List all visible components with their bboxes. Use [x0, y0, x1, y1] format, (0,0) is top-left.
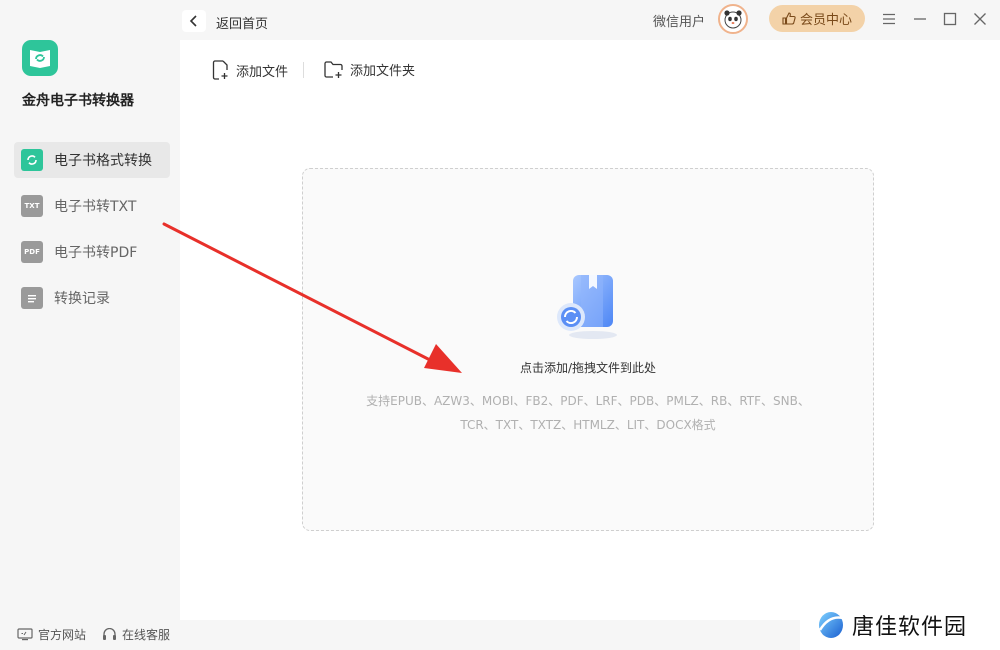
watermark: 唐佳软件园 — [800, 600, 1000, 650]
vip-center-button[interactable]: 会员中心 — [769, 5, 865, 32]
ebook-convert-icon — [557, 275, 617, 339]
drop-zone-title: 点击添加/拖拽文件到此处 — [519, 361, 657, 375]
main-panel: 添加文件 添加文件夹 点击添加/拖拽文件到此处 支持EPUB、AZW3、MOBI… — [180, 40, 1000, 620]
sidebar: 金舟电子书转换器 电子书格式转换 TXT 电子书转TXT PDF 电子书转PDF — [0, 0, 180, 650]
close-icon[interactable] — [971, 10, 989, 28]
avatar[interactable] — [718, 4, 748, 34]
monitor-icon — [17, 628, 33, 641]
official-website-link[interactable]: 官方网站 — [17, 626, 86, 643]
add-folder-button[interactable]: 添加文件夹 — [324, 60, 415, 79]
add-file-button[interactable]: 添加文件 — [212, 60, 288, 80]
refresh-book-icon — [21, 149, 43, 171]
sidebar-item-label: 电子书格式转换 — [54, 153, 152, 169]
record-list-icon — [21, 287, 43, 309]
supported-formats: 支持EPUB、AZW3、MOBI、FB2、PDF、LRF、PDB、PMLZ、RB… — [343, 389, 833, 437]
app-name: 金舟电子书转换器 — [22, 93, 134, 109]
sidebar-item-history[interactable]: 转换记录 — [14, 280, 170, 316]
watermark-logo-icon — [818, 612, 844, 638]
sidebar-item-to-txt[interactable]: TXT 电子书转TXT — [14, 188, 170, 224]
user-name[interactable]: 微信用户 — [653, 11, 705, 30]
add-folder-label: 添加文件夹 — [350, 64, 416, 79]
minimize-icon[interactable] — [911, 10, 929, 28]
txt-file-icon: TXT — [21, 195, 43, 217]
title-bar: 返回首页 微信用户 会员中心 — [180, 0, 1000, 40]
app-logo-icon — [22, 40, 58, 76]
back-home-label[interactable]: 返回首页 — [216, 13, 268, 32]
online-support-link[interactable]: 在线客服 — [102, 626, 170, 643]
pdf-file-icon: PDF — [21, 241, 43, 263]
online-support-label: 在线客服 — [122, 628, 171, 642]
supported-formats-line-2: TCR、TXT、TXTZ、HTMLZ、LIT、DOCX格式 — [460, 418, 716, 432]
official-website-label: 官方网站 — [38, 628, 87, 642]
watermark-text: 唐佳软件园 — [852, 615, 968, 640]
add-folder-icon — [324, 60, 343, 78]
sidebar-item-to-pdf[interactable]: PDF 电子书转PDF — [14, 234, 170, 270]
chevron-left-icon — [189, 15, 197, 27]
add-file-icon — [212, 60, 228, 80]
headset-icon — [103, 627, 117, 640]
sidebar-nav: 电子书格式转换 TXT 电子书转TXT PDF 电子书转PDF 转换记录 — [14, 142, 170, 326]
sidebar-item-label: 电子书转PDF — [54, 245, 138, 261]
sidebar-item-format-convert[interactable]: 电子书格式转换 — [14, 142, 170, 178]
add-file-label: 添加文件 — [236, 64, 289, 80]
sidebar-item-label: 转换记录 — [54, 291, 110, 307]
panda-avatar-icon — [724, 10, 742, 29]
supported-formats-line-1: 支持EPUB、AZW3、MOBI、FB2、PDF、LRF、PDB、PMLZ、RB… — [366, 394, 810, 408]
menu-icon[interactable] — [880, 10, 898, 28]
sidebar-item-label: 电子书转TXT — [54, 199, 137, 215]
footer-links: 官方网站 在线客服 — [17, 626, 186, 643]
vip-center-label: 会员中心 — [799, 13, 852, 28]
back-button[interactable] — [182, 10, 206, 32]
toolbar-divider — [303, 62, 304, 78]
thumbs-up-icon — [782, 12, 796, 25]
file-drop-zone[interactable]: 点击添加/拖拽文件到此处 支持EPUB、AZW3、MOBI、FB2、PDF、LR… — [302, 168, 874, 531]
maximize-icon[interactable] — [941, 10, 959, 28]
